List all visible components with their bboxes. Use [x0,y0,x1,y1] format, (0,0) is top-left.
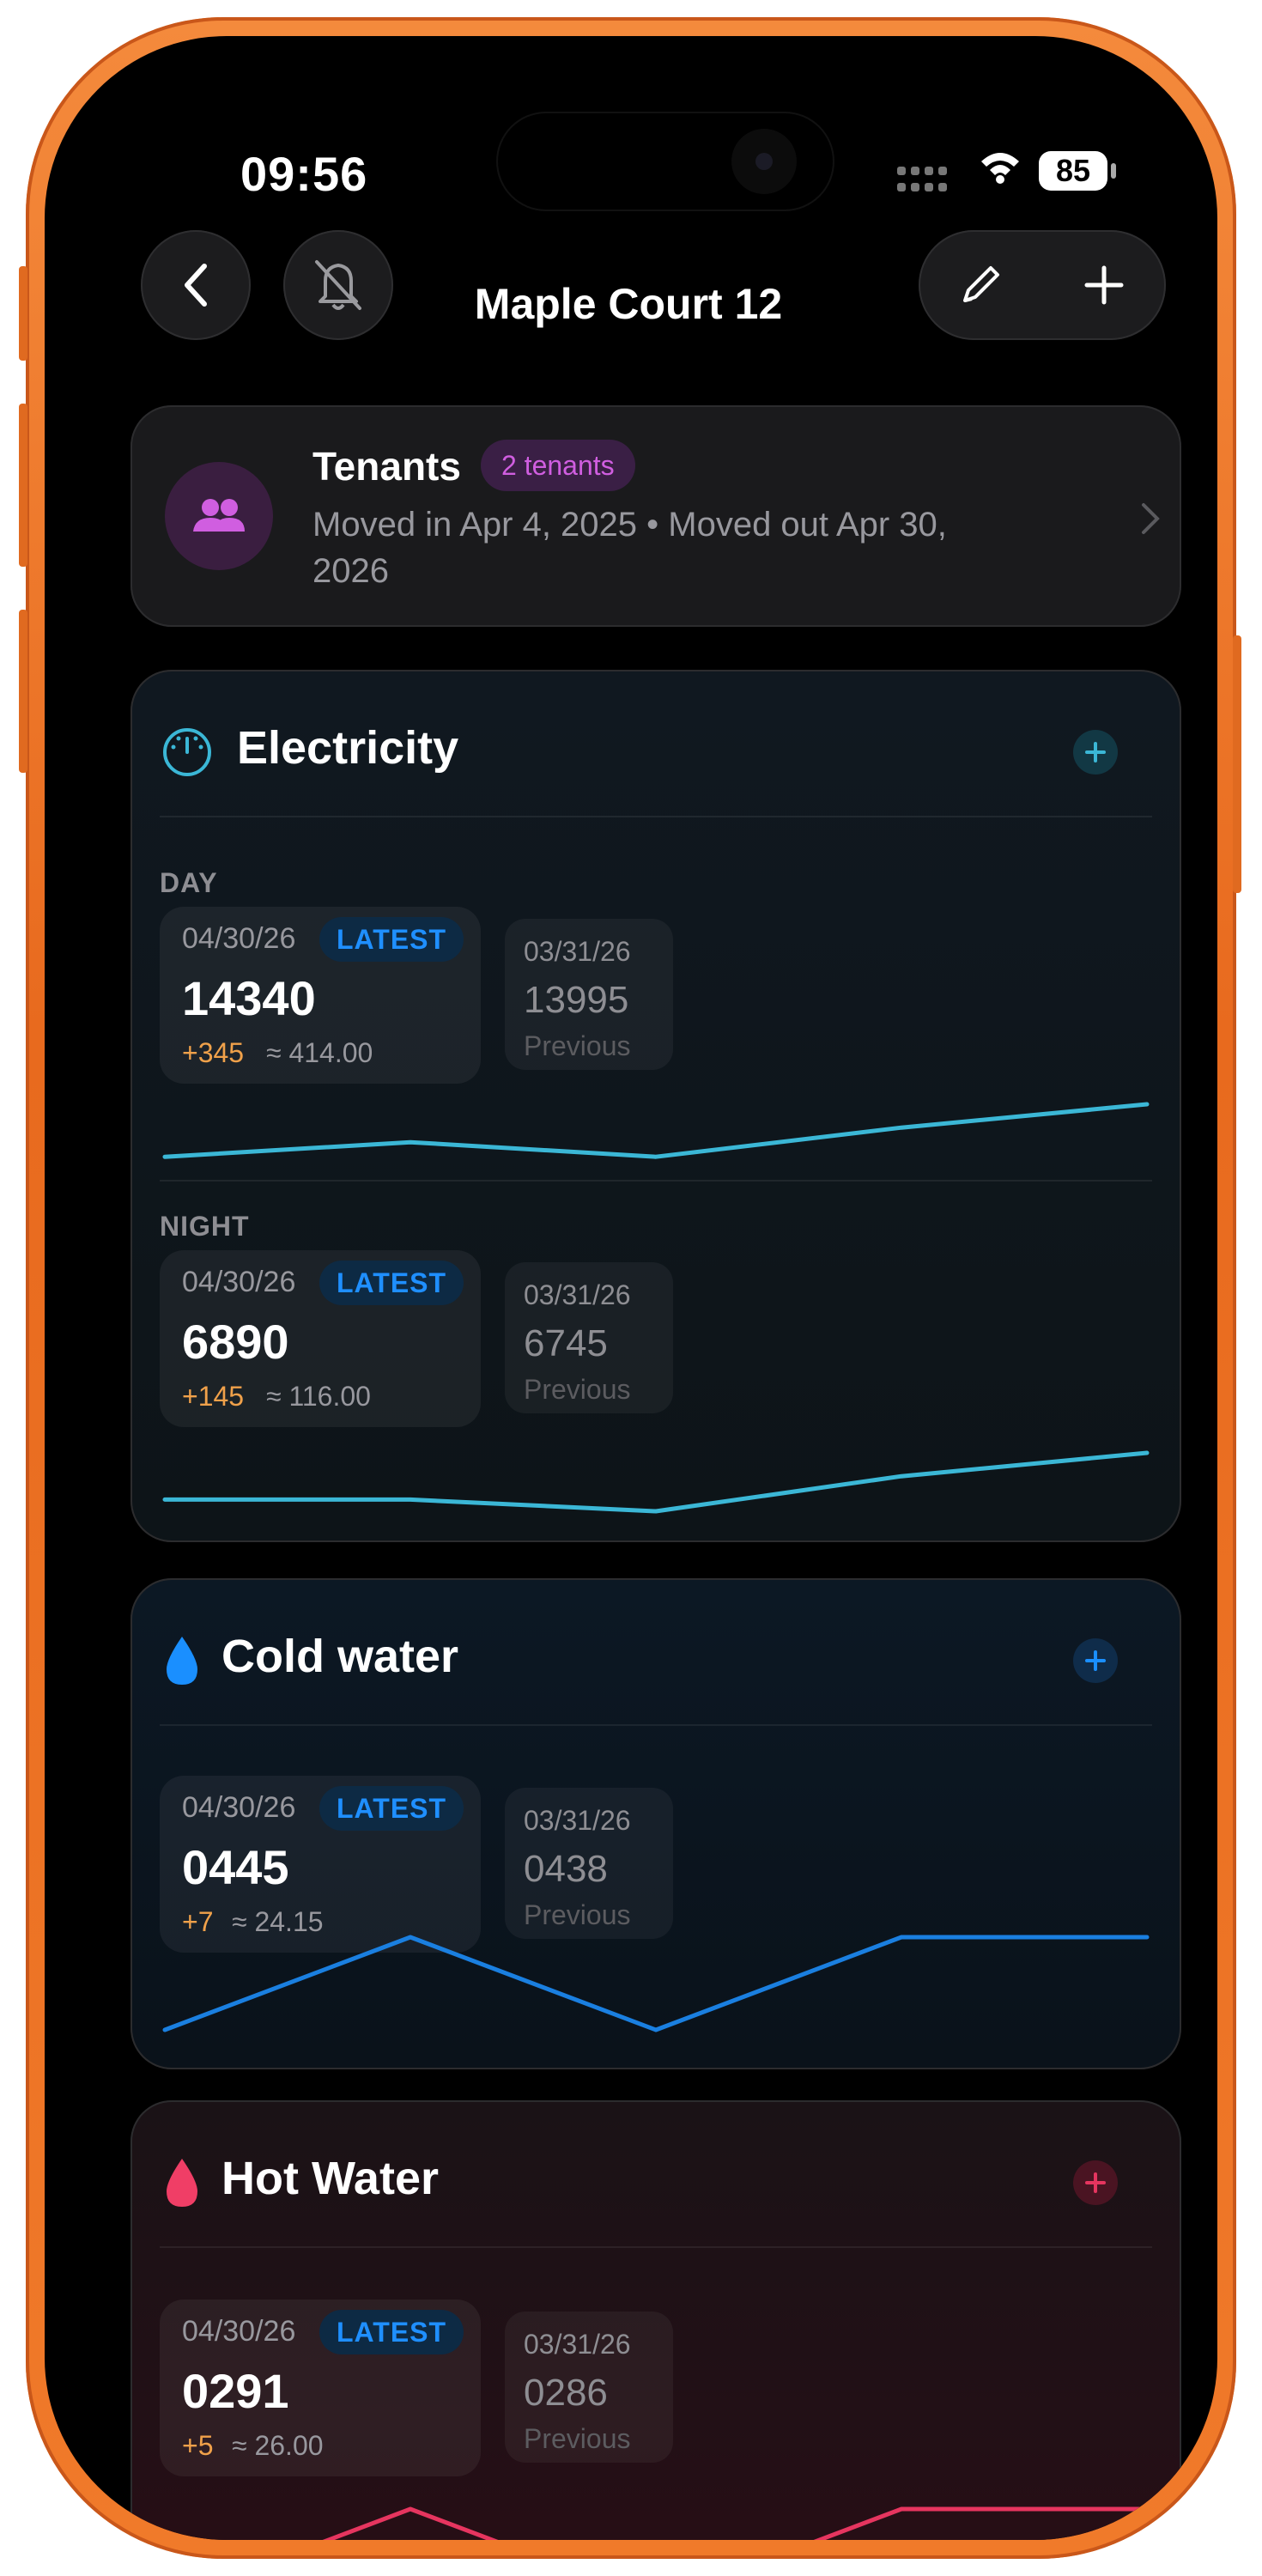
latest-badge: LATEST [319,1786,464,1831]
previous-label: Previous [524,1374,631,1405]
volume-down-button [19,610,27,773]
tenants-card[interactable]: Tenants 2 tenants Moved in Apr 4, 2025 •… [130,405,1181,627]
chevron-right-icon [1142,503,1160,534]
status-time: 09:56 [240,147,368,201]
reading-date: 04/30/26 [182,1791,296,1824]
wifi-icon [979,149,1022,188]
add-button[interactable] [1042,230,1166,340]
battery-indicator: 85 [1039,151,1107,191]
previous-value: 0286 [524,2372,608,2414]
header-actions [919,230,1166,340]
previous-date: 03/31/26 [524,2329,631,2360]
tenant-count-badge: 2 tenants [481,440,635,491]
cold-water-title: Cold water [221,1631,459,1682]
plus-icon [1084,265,1124,305]
reading-value: 6890 [182,1315,289,1369]
day-latest-reading[interactable]: 04/30/26 LATEST 14340 +345 ≈ 414.00 [160,907,481,1084]
latest-badge: LATEST [319,2310,464,2354]
previous-date: 03/31/26 [524,936,631,967]
reading-value: 0445 [182,1840,289,1894]
trend-polyline [162,1102,1150,1159]
cold-water-trend-line [162,1935,1150,2032]
tenancy-dates: Moved in Apr 4, 2025 • Moved out Apr 30,… [312,506,947,590]
reading-date: 04/30/26 [182,922,296,955]
power-button [1233,635,1241,893]
divider [160,2246,1152,2248]
night-trend-line [162,1450,1150,1514]
gauge-icon [163,728,211,776]
plus-icon [1085,2172,1106,2193]
divider [160,1180,1152,1182]
previous-label: Previous [524,1030,631,1061]
reading-value: 0291 [182,2364,289,2418]
pencil-icon [963,266,999,302]
volume-up-button [19,404,27,567]
reading-date: 04/30/26 [182,1266,296,1298]
divider [160,1724,1152,1726]
phone-frame: 09:56 85 Maple Court 12 Tenants 2 tenant… [19,17,1241,2559]
divider [160,816,1152,817]
back-button[interactable] [141,230,251,340]
edit-button[interactable] [919,230,1042,340]
action-button [19,266,27,361]
plus-icon [1085,1650,1106,1671]
reading-cost: ≈ 26.00 [232,2430,324,2461]
night-latest-reading[interactable]: 04/30/26 LATEST 6890 +145 ≈ 116.00 [160,1250,481,1427]
add-cold-water-reading-button[interactable] [1073,1638,1118,1683]
previous-label: Previous [524,1899,631,1930]
cold-water-previous-reading[interactable]: 03/31/26 0438 Previous [505,1788,673,1939]
night-label: NIGHT [160,1211,250,1242]
hot-water-title: Hot Water [221,2153,439,2204]
water-drop-icon [167,1637,197,1685]
previous-value: 6745 [524,1322,608,1364]
cellular-signal-icon [895,165,950,197]
bell-slash-icon [315,260,361,310]
reading-delta: +5 [182,2430,214,2461]
day-trend-line [162,1102,1150,1159]
previous-date: 03/31/26 [524,1805,631,1836]
screen: 09:56 85 Maple Court 12 Tenants 2 tenant… [45,36,1217,2540]
chevron-left-icon [185,264,207,307]
electricity-title: Electricity [237,722,459,774]
reading-date: 04/30/26 [182,2315,296,2348]
hot-water-trend-line [322,2506,1150,2540]
camera-icon [731,129,797,194]
cold-water-latest-reading[interactable]: 04/30/26 LATEST 0445 +7 ≈ 24.15 [160,1776,481,1953]
reading-delta: +145 [182,1381,245,1412]
cold-water-card: Cold water 04/30/26 LATEST 0445 +7 ≈ 24.… [130,1578,1181,2069]
previous-date: 03/31/26 [524,1279,631,1310]
electricity-card: Electricity DAY 04/30/26 LATEST 14340 +3… [130,670,1181,1542]
reading-delta: +345 [182,1037,245,1068]
day-previous-reading[interactable]: 03/31/26 13995 Previous [505,919,673,1070]
tenants-title: Tenants [312,444,461,489]
plus-icon [1085,742,1106,762]
page-title: Maple Court 12 [474,280,783,328]
reading-cost: ≈ 116.00 [266,1381,371,1412]
reading-value: 14340 [182,971,316,1025]
battery-tip [1111,163,1116,179]
trend-polyline [162,1935,1150,2032]
night-previous-reading[interactable]: 03/31/26 6745 Previous [505,1262,673,1413]
previous-label: Previous [524,2423,631,2454]
previous-value: 0438 [524,1848,608,1890]
previous-value: 13995 [524,979,629,1021]
water-drop-icon [167,2159,197,2207]
hot-water-card: Hot Water 04/30/26 LATEST 0291 +5 ≈ 26.0… [130,2100,1181,2540]
people-icon [165,462,273,570]
hot-water-latest-reading[interactable]: 04/30/26 LATEST 0291 +5 ≈ 26.00 [160,2300,481,2476]
add-hot-water-reading-button[interactable] [1073,2160,1118,2205]
latest-badge: LATEST [319,1261,464,1305]
trend-polyline [162,1450,1150,1514]
day-label: DAY [160,867,218,898]
latest-badge: LATEST [319,917,464,962]
reading-cost: ≈ 414.00 [266,1037,373,1068]
trend-polyline [322,2506,1150,2540]
add-electricity-reading-button[interactable] [1073,730,1118,775]
hot-water-previous-reading[interactable]: 03/31/26 0286 Previous [505,2312,673,2463]
